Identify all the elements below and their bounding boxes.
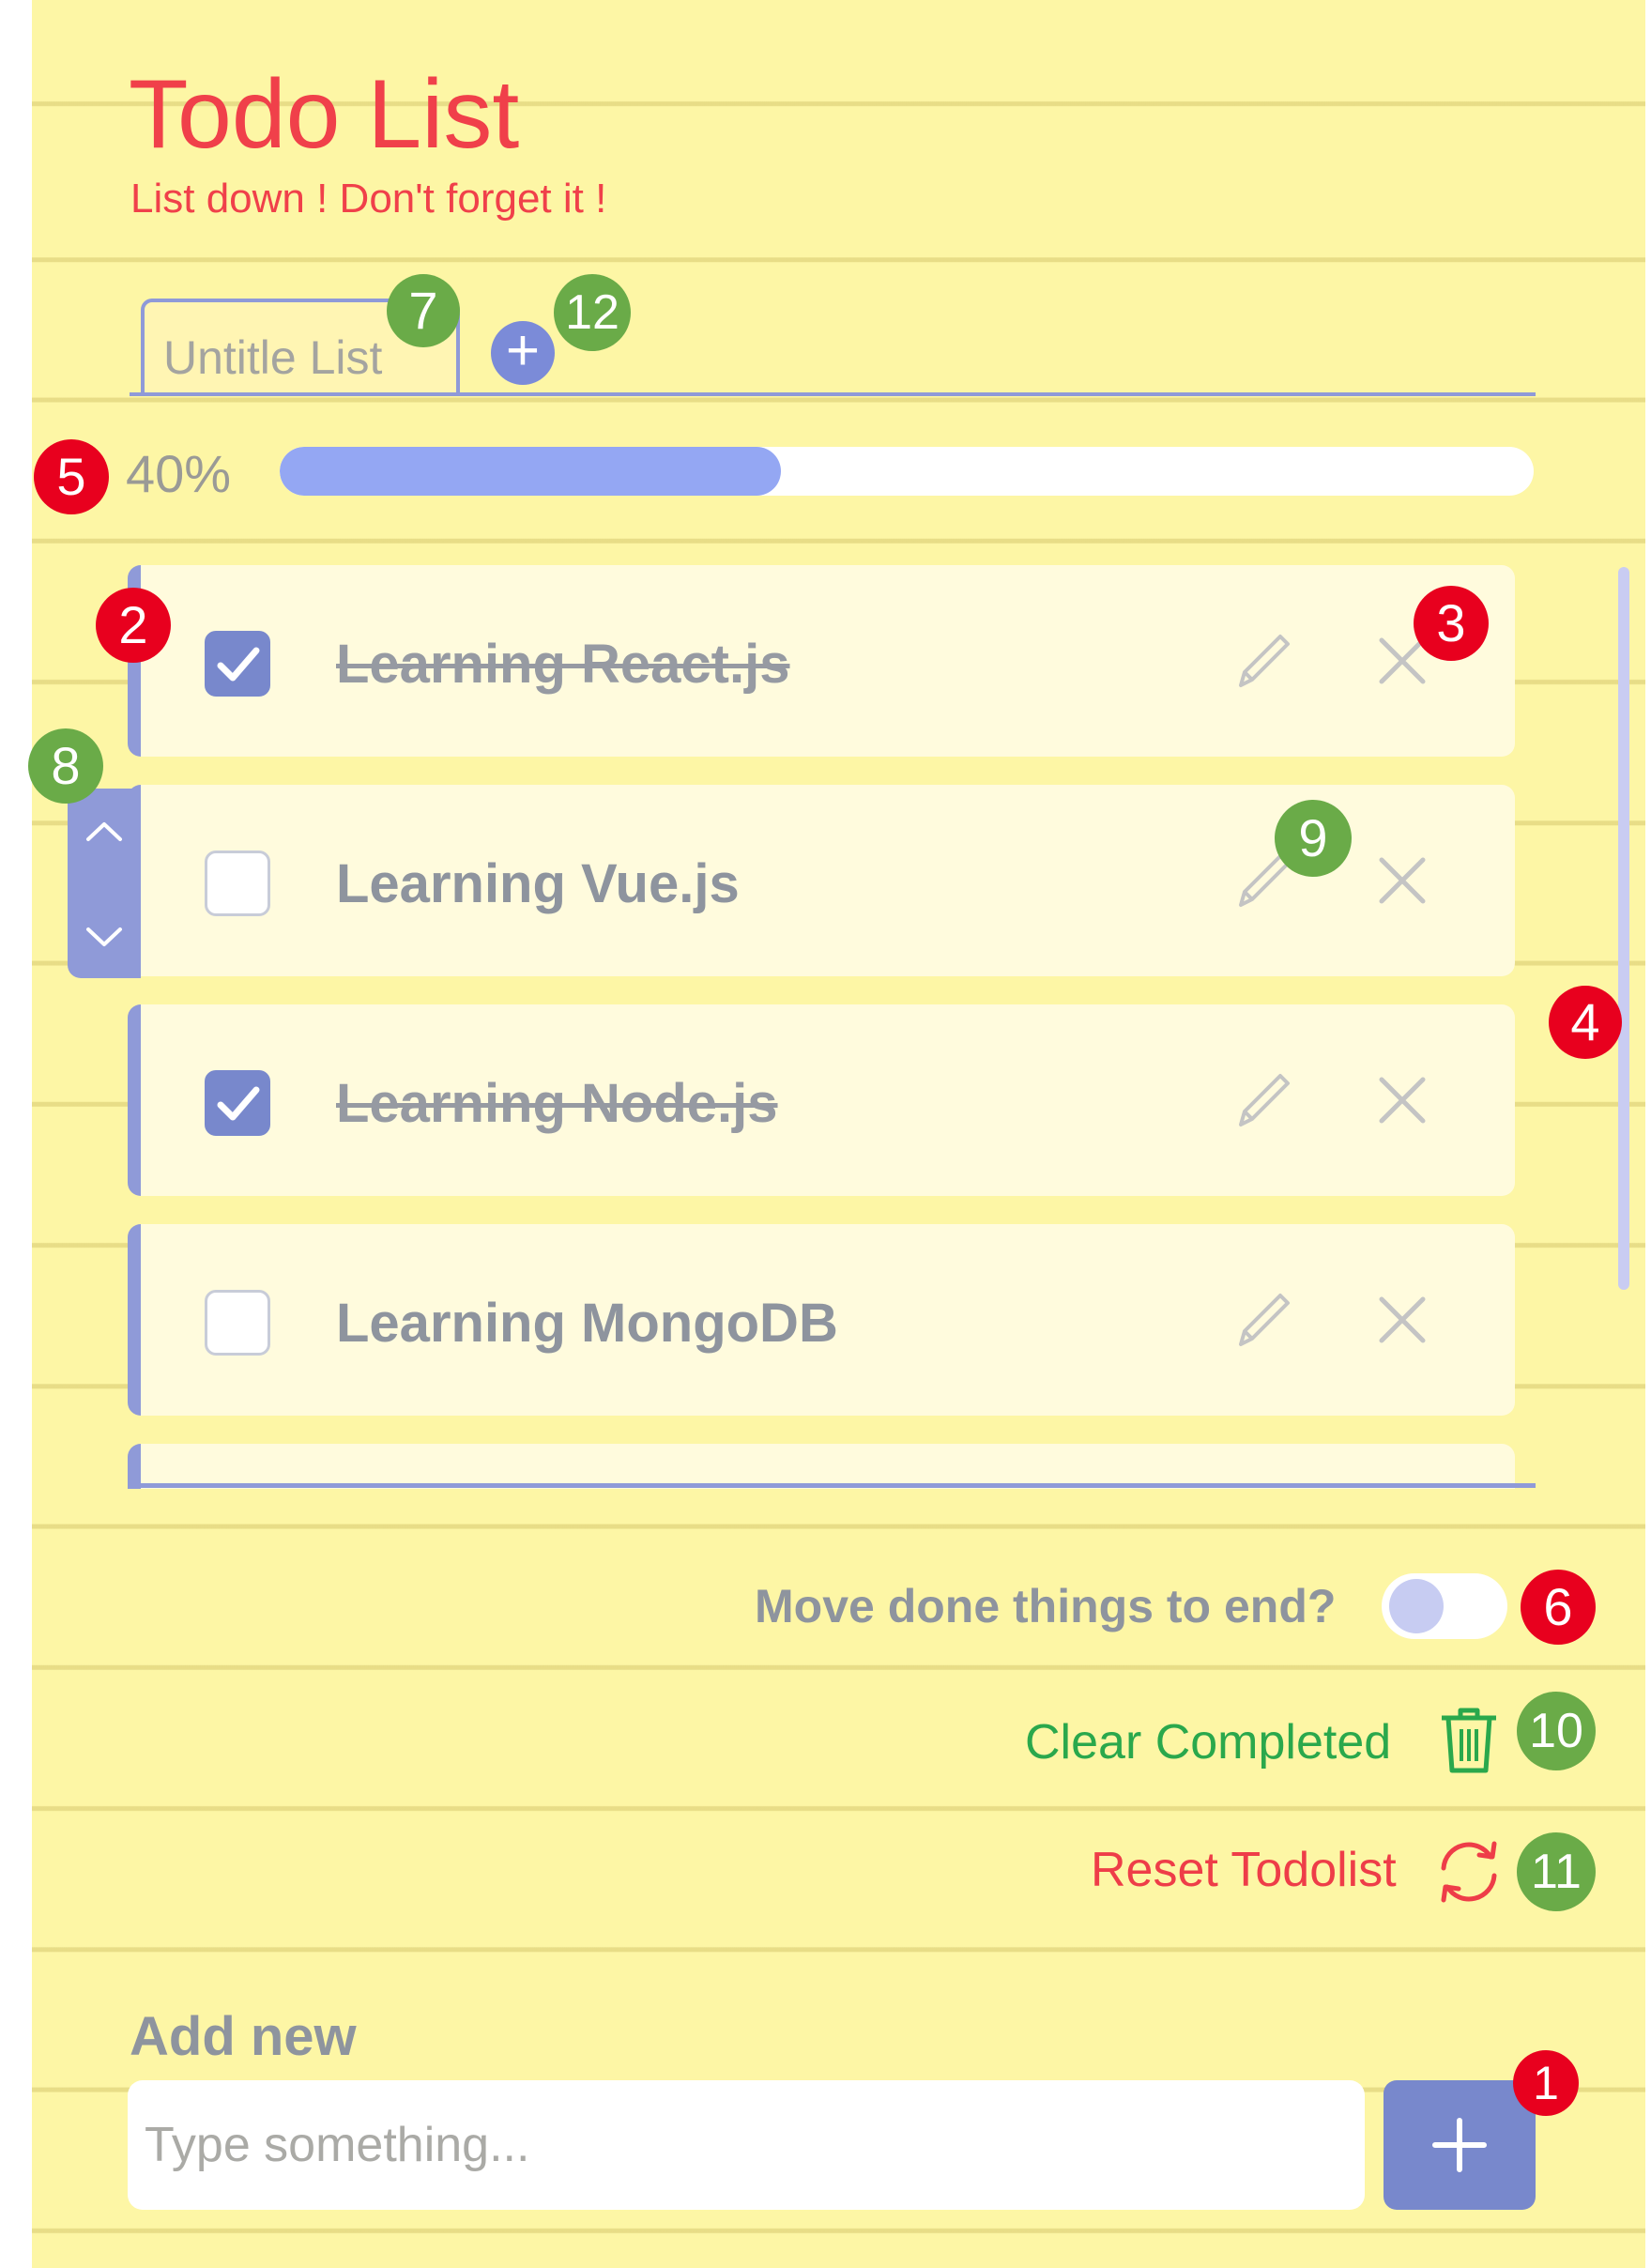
tab-bar-underline bbox=[130, 392, 1536, 396]
todo-item-partial[interactable] bbox=[128, 1444, 1515, 1489]
tab-label: Untitle List bbox=[163, 331, 383, 384]
move-down-button[interactable] bbox=[79, 911, 130, 961]
add-list-button[interactable]: + bbox=[491, 321, 555, 385]
move-up-button[interactable] bbox=[79, 807, 130, 858]
list-scrollbar[interactable] bbox=[1618, 567, 1629, 1290]
todo-checkbox[interactable] bbox=[205, 1070, 270, 1136]
delete-button[interactable] bbox=[1374, 1072, 1430, 1128]
add-new-label: Add new bbox=[130, 2006, 357, 2067]
todo-item[interactable]: Learning React.js bbox=[128, 565, 1515, 757]
todo-checkbox[interactable] bbox=[205, 1290, 270, 1356]
reset-todolist-icon-button[interactable] bbox=[1432, 1836, 1506, 1908]
list-bottom-border bbox=[128, 1483, 1536, 1488]
todo-checkbox[interactable] bbox=[205, 631, 270, 697]
plus-icon bbox=[1432, 2118, 1487, 2172]
clear-completed-icon-button[interactable] bbox=[1436, 1705, 1502, 1776]
reorder-handle[interactable] bbox=[68, 789, 141, 978]
chevron-down-icon bbox=[86, 927, 122, 946]
move-done-toggle[interactable] bbox=[1382, 1573, 1507, 1639]
todo-checkbox[interactable] bbox=[205, 850, 270, 916]
annotation-badge: 3 bbox=[1414, 586, 1489, 661]
chevron-up-icon bbox=[86, 822, 122, 841]
checkmark-icon bbox=[217, 1086, 260, 1121]
progress-bar bbox=[280, 447, 1534, 496]
checkmark-icon bbox=[217, 647, 260, 682]
progress-fill bbox=[280, 447, 782, 496]
add-todo-button[interactable] bbox=[1383, 2080, 1536, 2210]
pencil-icon bbox=[1239, 1294, 1290, 1346]
annotation-badge: 2 bbox=[96, 588, 171, 663]
pencil-icon bbox=[1239, 635, 1290, 687]
todo-text: Learning React.js bbox=[336, 634, 790, 695]
toggle-knob bbox=[1389, 1579, 1444, 1633]
edit-button[interactable] bbox=[1233, 1066, 1293, 1132]
annotation-badge: 10 bbox=[1517, 1692, 1596, 1770]
annotation-badge: 11 bbox=[1517, 1832, 1596, 1911]
clear-completed-button[interactable]: Clear Completed bbox=[1025, 1714, 1391, 1770]
move-done-label: Move done things to end? bbox=[755, 1580, 1337, 1632]
annotation-badge: 7 bbox=[387, 274, 460, 347]
progress-percent: 40% bbox=[126, 444, 232, 503]
edit-button[interactable] bbox=[1233, 1286, 1293, 1352]
todo-item[interactable]: Learning MongoDB bbox=[128, 1224, 1515, 1416]
todo-text: Learning Node.js bbox=[336, 1073, 778, 1134]
delete-button[interactable] bbox=[1374, 852, 1430, 909]
annotation-badge: 9 bbox=[1275, 800, 1352, 877]
annotation-badge: 1 bbox=[1513, 2050, 1579, 2116]
annotation-badge: 6 bbox=[1521, 1570, 1596, 1645]
edit-button[interactable] bbox=[1233, 627, 1293, 693]
annotation-badge: 12 bbox=[554, 274, 631, 351]
close-icon bbox=[1379, 857, 1426, 904]
todo-item[interactable]: Learning Node.js bbox=[128, 1004, 1515, 1196]
page-subtitle: List down ! Don't forget it ! bbox=[130, 176, 607, 222]
page-title: Todo List bbox=[129, 60, 520, 169]
annotation-badge: 8 bbox=[28, 728, 103, 804]
pencil-icon bbox=[1239, 1074, 1290, 1126]
todo-list[interactable]: Learning React.js Learning Vue.js Learni… bbox=[128, 561, 1517, 1489]
plus-circle-icon: + bbox=[505, 318, 541, 383]
add-todo-input[interactable] bbox=[128, 2080, 1365, 2210]
trash-icon bbox=[1442, 1708, 1496, 1773]
delete-button[interactable] bbox=[1374, 1292, 1430, 1348]
close-icon bbox=[1379, 1296, 1426, 1343]
todo-text: Learning Vue.js bbox=[336, 853, 740, 914]
todo-text: Learning MongoDB bbox=[336, 1293, 838, 1354]
annotation-badge: 4 bbox=[1549, 986, 1622, 1059]
close-icon bbox=[1379, 1077, 1426, 1124]
reset-todolist-button[interactable]: Reset Todolist bbox=[1091, 1842, 1397, 1898]
refresh-icon bbox=[1441, 1841, 1497, 1903]
annotation-badge: 5 bbox=[34, 439, 109, 514]
